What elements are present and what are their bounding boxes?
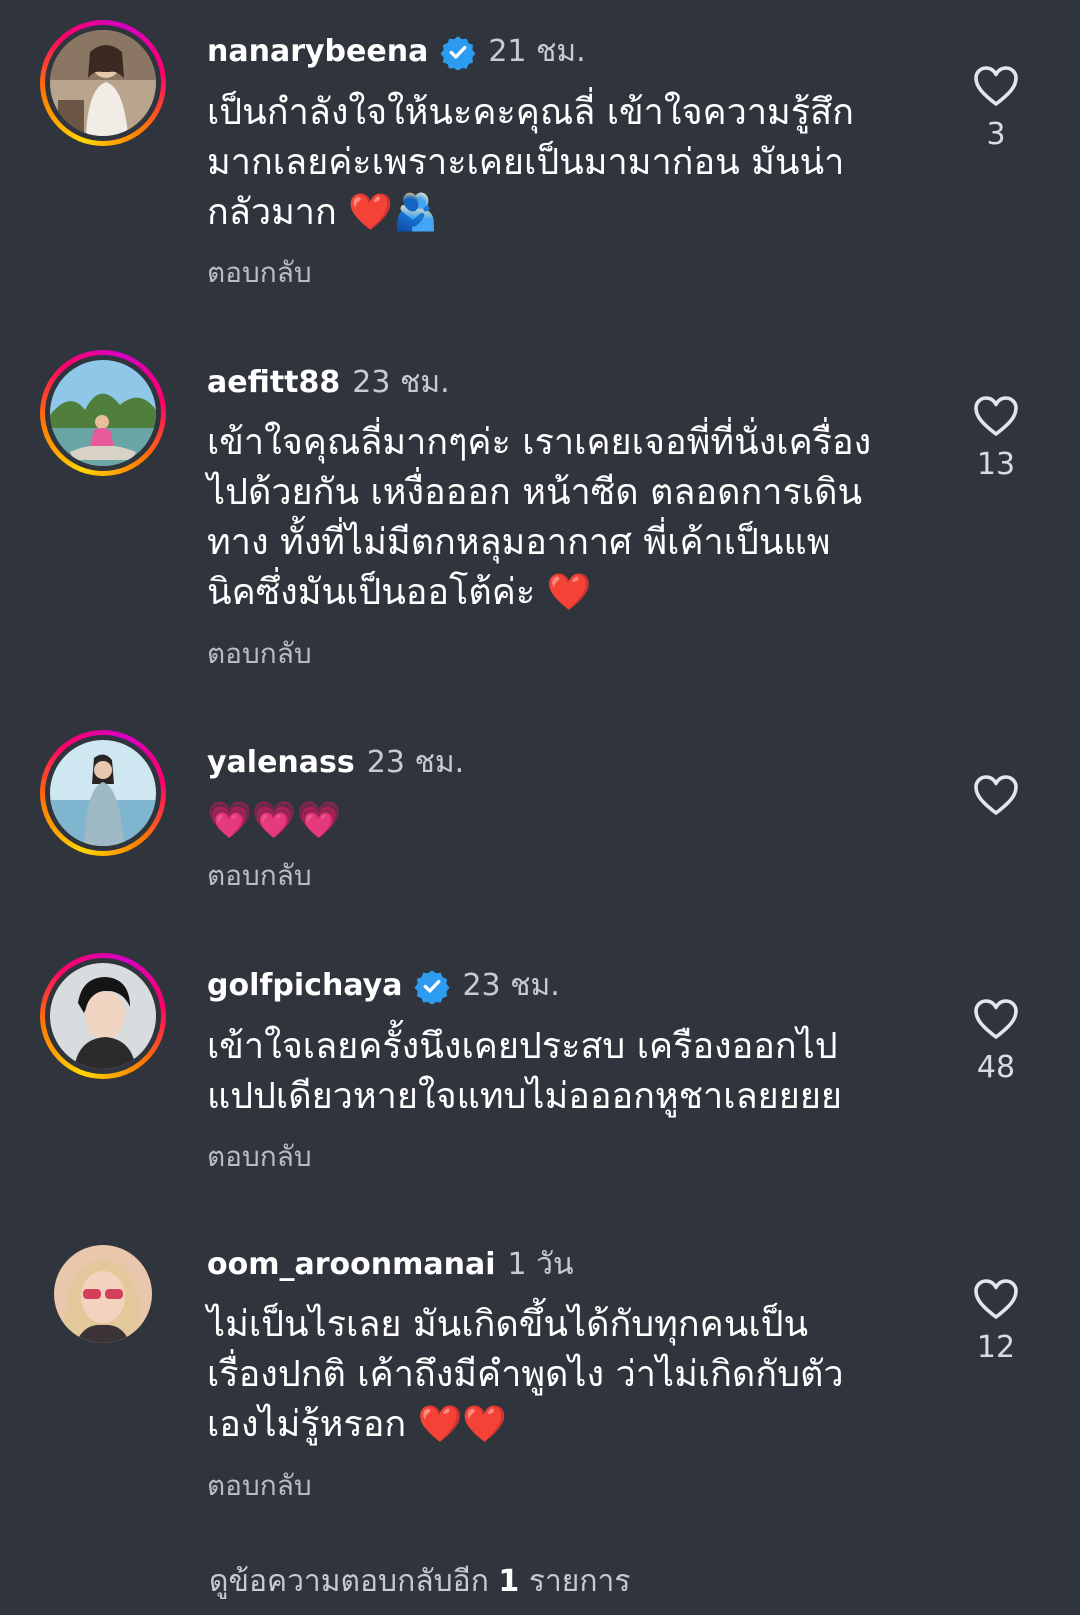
like-count: 3 — [986, 117, 1006, 152]
avatar[interactable] — [54, 1245, 152, 1343]
reply-button[interactable]: ตอบกลับ — [207, 255, 312, 291]
reply-button[interactable]: ตอบกลับ — [207, 636, 312, 672]
like-count: 48 — [976, 1050, 1016, 1085]
comment-text: 💗💗💗 — [207, 800, 342, 841]
heart-outline-icon[interactable] — [973, 1278, 1019, 1320]
reply-button[interactable]: ตอบกลับ — [207, 1139, 312, 1175]
comment-username[interactable]: aefitt88 — [207, 363, 340, 403]
comment-timestamp: 23 ชม. — [366, 745, 465, 780]
heart-outline-icon[interactable] — [973, 395, 1019, 437]
view-more-suffix: รายการ — [528, 1564, 631, 1599]
comment-timestamp: 23 ชม. — [352, 365, 450, 400]
comment-timestamp: 21 ชม. — [488, 34, 586, 69]
heart-outline-icon[interactable] — [973, 774, 1019, 816]
view-more-count: 1 — [498, 1564, 520, 1599]
comment-text: เป็นกำลังใจให้นะคะคุณลี่ เข้าใจความรู้สึ… — [207, 92, 854, 233]
comment-username[interactable]: golfpichaya — [207, 966, 402, 1006]
reply-button[interactable]: ตอบกลับ — [207, 858, 312, 894]
verified-badge-icon — [414, 968, 450, 1004]
comment-username[interactable]: nanarybeena — [207, 32, 428, 72]
avatar[interactable] — [50, 360, 156, 466]
avatar-story-ring[interactable] — [40, 953, 166, 1079]
like-count: 12 — [976, 1330, 1016, 1365]
avatar-story-ring[interactable] — [40, 730, 166, 856]
view-more-prefix: ดูข้อความตอบกลับอีก — [209, 1564, 489, 1599]
comment-timestamp: 1 วัน — [507, 1247, 574, 1282]
comment-timestamp: 23 ชม. — [462, 968, 560, 1003]
avatar-story-ring[interactable] — [40, 20, 166, 146]
comment-text: เข้าใจเลยครั้งนึงเคยประสบ เครืองออกไป แป… — [207, 1026, 843, 1117]
avatar[interactable] — [50, 30, 156, 136]
like-count: 13 — [976, 447, 1016, 482]
verified-badge-icon — [440, 34, 476, 70]
avatar-story-ring[interactable] — [40, 350, 166, 476]
reply-button[interactable]: ตอบกลับ — [207, 1468, 312, 1504]
comment-text: เข้าใจคุณลี่มากๆค่ะ เราเคยเจอพี่ที่นั่งเ… — [207, 422, 872, 613]
avatar[interactable] — [50, 963, 156, 1069]
comment-text: ไม่เป็นไรเลย มันเกิดขึ้นได้กับทุกคนเป็น … — [207, 1304, 844, 1445]
avatar[interactable] — [50, 740, 156, 846]
comment-username[interactable]: yalenass — [207, 743, 355, 783]
comment-username[interactable]: oom_aroonmanai — [207, 1245, 496, 1285]
heart-outline-icon[interactable] — [973, 65, 1019, 107]
view-more-replies-button[interactable]: ดูข้อความตอบกลับอีก 1 รายการ — [209, 1562, 631, 1602]
heart-outline-icon[interactable] — [973, 998, 1019, 1040]
